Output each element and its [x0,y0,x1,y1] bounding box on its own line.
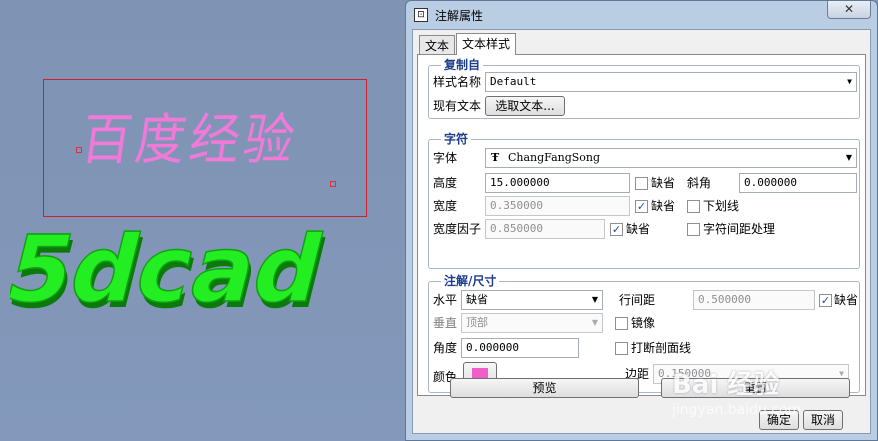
line-spacing-default-checkbox[interactable]: ✓ [819,294,832,307]
thickness-input[interactable]: 0.350000 [485,196,630,216]
slant-label: 斜角 [687,176,712,190]
annotation-text[interactable]: 百度经验 [77,96,304,175]
break-hatch-label: 打断剖面线 [631,341,692,355]
dialog-titlebar[interactable]: ⊡ 注解属性 ✕ [406,1,877,29]
mirror-checkbox[interactable] [615,317,628,330]
kerning-checkbox[interactable] [687,223,700,236]
thickness-label: 宽度 [433,199,458,213]
chevron-down-icon: ▼ [591,318,598,327]
line-spacing-default-label: 缺省 [834,293,859,307]
underline-checkbox[interactable] [687,200,700,213]
chevron-down-icon: ▼ [847,77,852,86]
logo-3d-face: 5dcad [10,225,334,324]
text-style-panel: 复制自 样式名称 Default ▼ 现有文本 选取文本... 字符 字体 Ŧ … [417,54,866,396]
chevron-down-icon: ▼ [845,153,852,162]
vertical-dropdown[interactable]: 顶部 ▼ [461,313,603,333]
break-hatch-checkbox[interactable] [615,342,628,355]
watermark-logo: Bai 经验 [672,370,780,400]
style-name-dropdown[interactable]: Default ▼ [485,72,857,92]
horizontal-dropdown[interactable]: 缺省 ▼ [461,290,603,310]
style-name-value: Default [490,75,537,88]
style-name-label: 样式名称 [433,75,482,89]
watermark-url: jingyan.baidu.com [672,402,802,418]
group-title-character: 字符 [441,132,472,146]
select-text-button[interactable]: 选取文本... [485,96,565,116]
horizontal-label: 水平 [433,293,458,307]
preview-button[interactable]: 预览 [450,378,639,398]
group-character: 字符 字体 Ŧ ChangFangSong ▼ 高度 15.000000 缺省 … [428,132,860,269]
mirror-label: 镜像 [631,316,656,330]
thickness-default-label: 缺省 [651,199,676,213]
dialog-title: 注解属性 [435,9,484,23]
font-label: 字体 [433,151,458,165]
kerning-label: 字符间距处理 [703,222,776,236]
slant-input[interactable]: 0.000000 [739,173,857,193]
height-default-checkbox[interactable] [635,177,648,190]
line-spacing-input[interactable]: 0.500000 [693,290,815,310]
dialog-app-icon: ⊡ [414,8,428,22]
annotation-properties-dialog: ⊡ 注解属性 ✕ 文本 文本样式 复制自 样式名称 Default ▼ 现有文本… [405,0,878,441]
logo-3d-text: 5dcad 5dcad [10,225,337,325]
group-copy-from: 复制自 样式名称 Default ▼ 现有文本 选取文本... [428,58,860,119]
line-spacing-label: 行间距 [619,293,656,307]
width-factor-default-checkbox[interactable]: ✓ [610,223,623,236]
thickness-default-checkbox[interactable]: ✓ [635,200,648,213]
width-factor-label: 宽度因子 [433,222,482,236]
width-factor-input[interactable]: 0.850000 [485,219,605,239]
font-value: ChangFangSong [508,151,601,164]
font-type-icon: Ŧ [491,151,500,164]
existing-text-label: 现有文本 [433,99,482,113]
height-default-label: 缺省 [651,176,676,190]
horizontal-value: 缺省 [466,293,488,306]
vertical-value: 顶部 [466,316,488,329]
selection-handle[interactable] [330,181,336,187]
angle-label: 角度 [433,341,458,355]
group-title-copy-from: 复制自 [441,58,484,72]
vertical-label: 垂直 [433,316,458,330]
width-factor-default-label: 缺省 [626,222,651,236]
angle-input[interactable]: 0.000000 [461,338,579,358]
close-button[interactable]: ✕ [827,1,871,19]
group-note-dimension: 注解/尺寸 水平 缺省 ▼ 行间距 0.500000 ✓ 缺省 垂直 顶部 ▼ … [428,274,860,393]
dialog-client-area: 文本 文本样式 复制自 样式名称 Default ▼ 现有文本 选取文本... … [412,29,871,434]
underline-label: 下划线 [703,199,740,213]
chevron-down-icon: ▼ [591,295,598,304]
group-title-note-dimension: 注解/尺寸 [441,274,500,288]
height-label: 高度 [433,176,458,190]
cancel-button[interactable]: 取消 [803,410,843,430]
tab-text[interactable]: 文本 [419,35,456,55]
height-input[interactable]: 15.000000 [485,173,630,193]
tab-text-style[interactable]: 文本样式 [456,33,517,55]
font-dropdown[interactable]: Ŧ ChangFangSong ▼ [485,148,857,168]
